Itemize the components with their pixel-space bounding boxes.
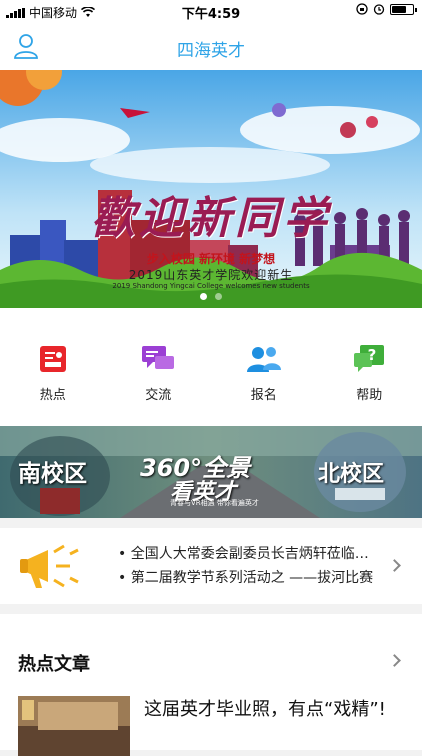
- menu-item-help[interactable]: ? 帮助: [317, 308, 422, 426]
- panorama-banner[interactable]: 南校区 360°全景 看英才 青春与VR相遇 带你看遍英才 北校区: [0, 426, 422, 518]
- banner-subtitle: 步入校园 新环境 新梦想: [0, 250, 422, 267]
- nav-bar: 四海英才: [0, 22, 422, 70]
- help-icon: ?: [352, 344, 386, 374]
- battery-icon: [390, 4, 414, 15]
- chevron-right-icon[interactable]: [388, 654, 401, 667]
- quick-menu: 热点 交流 报名 ? 帮助: [0, 308, 422, 426]
- notice-item[interactable]: 第二届教学节系列活动之 ——拔河比赛: [118, 566, 374, 590]
- north-campus-label: 北校区: [318, 456, 384, 488]
- welcome-banner[interactable]: 歡迎新同学 步入校园 新环境 新梦想 2019山东英才学院欢迎新生 2019 S…: [0, 70, 422, 308]
- menu-label: 帮助: [356, 384, 382, 403]
- carousel-dots: [0, 293, 422, 300]
- menu-label: 报名: [251, 384, 277, 403]
- panorama-caption: 青春与VR相遇 带你看遍英才: [170, 498, 259, 508]
- carousel-dot[interactable]: [215, 293, 222, 300]
- banner-headline: 歡迎新同学: [0, 182, 422, 246]
- banner-title-en: 2019 Shandong Yingcai College welcomes n…: [0, 282, 422, 290]
- menu-label: 交流: [145, 384, 171, 403]
- carousel-dot[interactable]: [200, 293, 207, 300]
- hot-articles-section: 热点文章 这届英才毕业照，有点“戏精”!: [0, 614, 422, 750]
- south-campus-label: 南校区: [18, 454, 87, 488]
- people-icon: [246, 344, 282, 374]
- banner-title-cn: 2019山东英才学院欢迎新生: [0, 266, 422, 283]
- article-item[interactable]: 这届英才毕业照，有点“戏精”!: [18, 696, 408, 756]
- hot-icon: [38, 344, 68, 374]
- menu-item-hot[interactable]: 热点: [0, 308, 106, 426]
- page-title: 四海英才: [0, 36, 422, 61]
- chevron-right-icon[interactable]: [388, 559, 401, 572]
- alarm-icon: [373, 3, 385, 15]
- rotation-lock-icon: [356, 3, 368, 15]
- svg-text:?: ?: [368, 346, 377, 364]
- status-bar: 中国移动 下午4:59: [0, 0, 422, 22]
- megaphone-icon: [18, 538, 98, 594]
- menu-item-chat[interactable]: 交流: [106, 308, 212, 426]
- section-title: 热点文章: [18, 650, 90, 676]
- notice-bar[interactable]: 全国人大常委会副委员长吉炳轩莅临山东英才学院视察 第二届教学节系列活动之 ——拔…: [0, 528, 422, 604]
- article-thumbnail: [18, 696, 130, 756]
- chat-icon: [141, 344, 175, 374]
- notice-item[interactable]: 全国人大常委会副委员长吉炳轩莅临山东英才学院视察: [118, 542, 374, 566]
- article-title: 这届英才毕业照，有点“戏精”!: [144, 696, 394, 723]
- menu-label: 热点: [40, 384, 66, 403]
- menu-item-signup[interactable]: 报名: [211, 308, 317, 426]
